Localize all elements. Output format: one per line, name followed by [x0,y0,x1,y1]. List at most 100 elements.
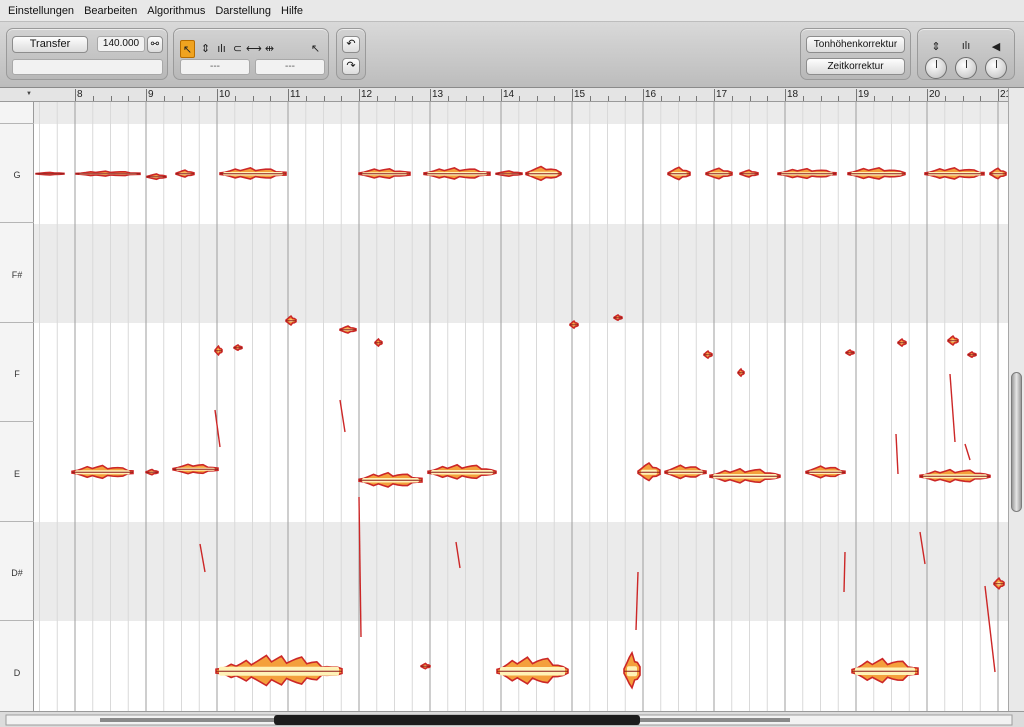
ruler-tick [874,96,875,101]
ruler-menu-icon[interactable]: ▼ [26,91,32,97]
note-blob[interactable] [374,337,383,348]
select-tool-icon[interactable]: ↖ [180,40,195,58]
note-blob[interactable] [703,349,713,360]
note-blob[interactable] [175,169,195,178]
note-blob[interactable] [847,167,906,180]
ruler-tick [111,96,112,101]
tempo-link-button[interactable]: ⚯ [147,36,163,53]
note-blob[interactable] [664,464,707,480]
ruler-tick [856,89,857,101]
note-blob[interactable] [805,465,846,479]
note-blob[interactable] [845,349,855,357]
move-tool-icon[interactable]: ⟷ [246,40,262,58]
undo-button[interactable]: ↶ [342,36,360,53]
note-blob[interactable] [215,654,343,687]
note-blob[interactable] [146,173,167,181]
menu-hilfe[interactable]: Hilfe [281,5,303,17]
ruler-tick [182,96,183,101]
menu-bearbeiten[interactable]: Bearbeiten [84,5,137,17]
note-blob[interactable] [145,468,159,476]
note-blob[interactable] [709,467,781,484]
note-blob[interactable] [339,325,357,334]
split-tool-icon[interactable]: ⇹ [262,40,277,58]
note-blob[interactable] [423,167,491,180]
note-blob[interactable] [705,167,733,180]
note-blob[interactable] [233,344,243,352]
ruler-bar-label: 12 [361,89,373,100]
pitch-transition [843,551,846,593]
waveform-overview[interactable] [0,711,1024,727]
note-blob[interactable] [967,351,977,359]
note-blob[interactable] [623,650,641,690]
note-blob[interactable] [851,657,919,684]
time-correction-button[interactable]: Zeitkorrektur [806,58,905,75]
note-blob[interactable] [427,463,497,480]
ruler-tick [448,96,449,101]
note-blob[interactable] [739,169,759,178]
note-blob[interactable] [637,461,661,482]
vertical-scrollbar[interactable] [1008,88,1024,711]
select-add-tool-icon[interactable]: ↖ [308,40,323,58]
ruler-tick [128,96,129,101]
note-editor[interactable]: G F# F E D# D [0,102,1008,711]
note-blob[interactable] [569,319,579,330]
note-blob[interactable] [420,662,431,670]
ruler-tick [359,89,360,101]
note-blob[interactable] [496,656,569,685]
pitch-key: D# [0,522,34,621]
vertical-scroll-thumb[interactable] [1011,372,1022,512]
pitch-transition [199,543,206,573]
timeline-ruler[interactable]: ▼ 8 9 10 11 12 13 14 15 16 17 18 19 20 21 [0,88,1024,102]
redo-button[interactable]: ↷ [342,58,360,75]
ruler-tick [164,96,165,101]
pitch-key: F# [0,224,34,323]
vibrato-tool-icon[interactable]: ılı [214,40,229,58]
menu-darstellung[interactable]: Darstellung [215,5,271,17]
note-blob[interactable] [285,315,297,326]
note-blob[interactable] [172,463,219,475]
overview-visible-range[interactable] [274,715,640,725]
pitch-transition [339,399,346,433]
ruler-tick [679,96,680,101]
note-blob[interactable] [358,168,411,179]
pitch-transition [949,373,956,443]
note-blob[interactable] [613,314,623,322]
note-blob[interactable] [737,367,745,378]
note-blob[interactable] [897,337,907,348]
pitch-key: E [0,423,34,522]
note-blob[interactable] [219,167,287,180]
ruler-bar-label: 10 [219,89,231,100]
vibrato-knob[interactable] [955,57,977,79]
note-blob[interactable] [993,577,1005,590]
note-blob[interactable] [919,468,991,484]
note-blob[interactable] [35,171,65,176]
pitch-correction-button[interactable]: Tonhöhenkorrektur [806,36,905,53]
menu-algorithmus[interactable]: Algorithmus [147,5,205,17]
volume-knob[interactable] [985,57,1007,79]
note-blob[interactable] [495,170,523,178]
tempo-field[interactable]: 140.000 [97,36,145,52]
pitch-key-label: G [13,170,21,180]
formant-tool-icon[interactable]: ⊂ [230,40,245,58]
transfer-button[interactable]: Transfer [12,36,88,53]
ruler-tick [519,96,520,101]
note-blob[interactable] [924,166,985,180]
note-blob[interactable] [777,167,837,180]
note-blob[interactable] [989,167,1007,180]
note-blobs[interactable] [0,102,1008,711]
note-blob[interactable] [71,464,134,480]
ruler-tick [306,96,307,101]
menu-einstellungen[interactable]: Einstellungen [8,5,74,17]
note-blob[interactable] [358,471,423,488]
note-blob[interactable] [947,335,959,346]
note-blob[interactable] [214,344,223,357]
pitch-knob[interactable] [925,57,947,79]
tool-field-right: --- [255,59,325,75]
note-blob[interactable] [75,170,141,177]
pitch-tool-icon[interactable]: ⇕ [198,40,213,58]
ruler-tick [803,96,804,101]
note-blob[interactable] [525,165,562,182]
note-blob[interactable] [667,166,691,181]
ruler-bar-label: 9 [148,89,154,100]
pitch-key-label: E [13,468,20,479]
